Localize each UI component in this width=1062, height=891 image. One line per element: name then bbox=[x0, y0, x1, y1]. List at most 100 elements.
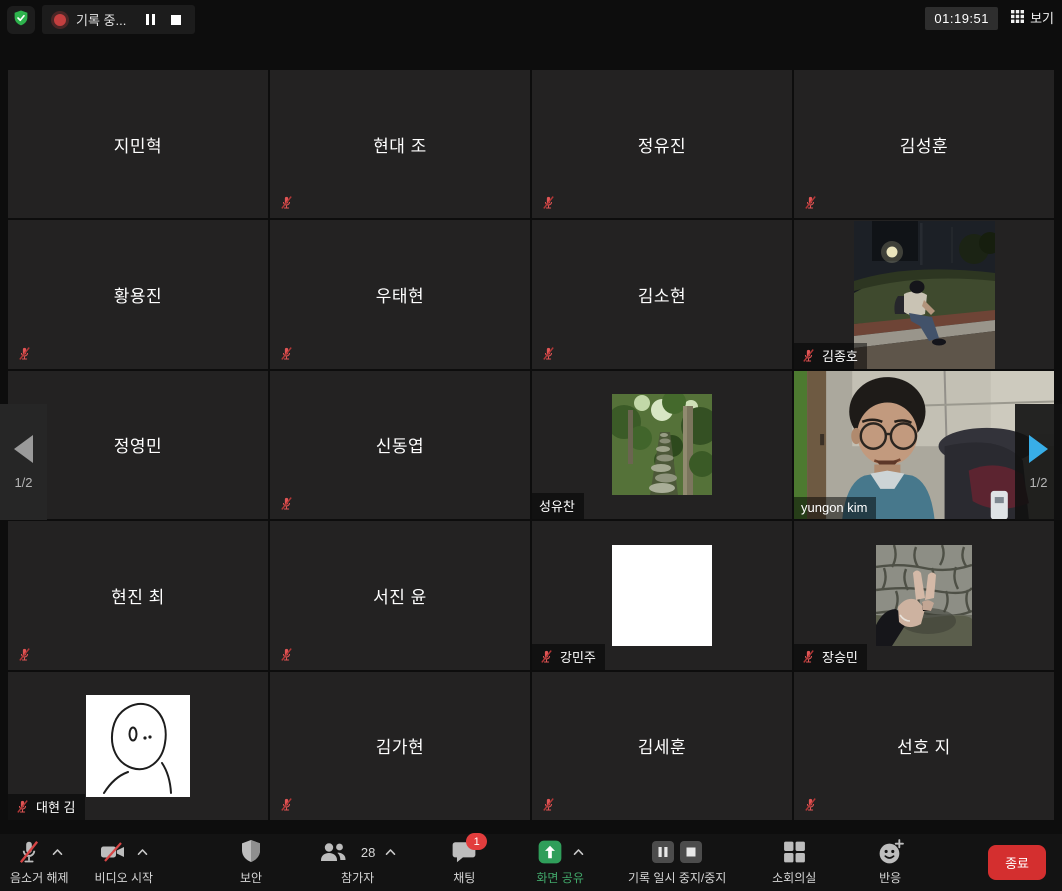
toolbar-button-label: 보안 bbox=[240, 869, 262, 886]
participant-name: 정유진 bbox=[532, 70, 792, 218]
toolbar-button-breakout[interactable]: 소회의실 bbox=[766, 839, 822, 886]
muted-mic-icon bbox=[541, 195, 556, 210]
muted-mic-icon bbox=[17, 346, 32, 361]
participant-name-tag: 대현 김 bbox=[8, 794, 85, 820]
participant-name: 성유찬 bbox=[539, 496, 575, 515]
participant-grid: 지민혁현대 조정유진김성훈황용진우태현김소현김종호정영민신동엽성유찬 yungon… bbox=[8, 70, 1054, 820]
toolbar-button-reactions[interactable]: 반응 bbox=[862, 839, 918, 886]
people-icon bbox=[319, 839, 349, 865]
participant-name: 현진 최 bbox=[8, 521, 268, 669]
participant-name-tag: 강민주 bbox=[532, 644, 605, 670]
toolbar-button-participants[interactable]: 28 참가자 bbox=[319, 839, 396, 886]
participant-name-tag: 성유찬 bbox=[532, 493, 584, 519]
security-shield-icon bbox=[12, 9, 30, 32]
meeting-timer: 01:19:51 bbox=[925, 7, 998, 30]
muted-mic-icon bbox=[279, 797, 294, 812]
participant-tile[interactable]: 김성훈 bbox=[794, 70, 1054, 218]
participant-name: 김소현 bbox=[532, 220, 792, 368]
muted-mic-icon bbox=[541, 346, 556, 361]
muted-mic-icon bbox=[279, 195, 294, 210]
toolbar-button-label: 기록 일시 중지/중지 bbox=[628, 869, 726, 886]
participant-tile[interactable]: 우태현 bbox=[270, 220, 530, 368]
muted-mic-icon bbox=[801, 649, 816, 664]
participant-name: 우태현 bbox=[270, 220, 530, 368]
participant-tile[interactable]: 김가현 bbox=[270, 672, 530, 820]
toolbar-button-label: 참가자 bbox=[341, 869, 374, 886]
muted-mic-icon bbox=[17, 647, 32, 662]
toolbar-button-security[interactable]: 보안 bbox=[223, 839, 279, 886]
stop-recording-icon[interactable] bbox=[171, 15, 181, 25]
participant-tile[interactable]: 김소현 bbox=[532, 220, 792, 368]
toolbar-button-start-video[interactable]: 비디오 시작 bbox=[95, 839, 154, 886]
zoom-meeting-window: 기록 중... 01:19:51 보기 지민혁현대 조정유진김성훈황용진우태현김… bbox=[0, 0, 1062, 891]
muted-mic-icon bbox=[803, 195, 818, 210]
grid-2x2-icon bbox=[782, 839, 807, 865]
next-page-button[interactable]: 1/2 bbox=[1015, 404, 1062, 520]
recording-indicator: 기록 중... bbox=[42, 5, 195, 34]
toolbar-button-label: 소회의실 bbox=[772, 869, 816, 886]
participant-tile[interactable]: 서진 윤 bbox=[270, 521, 530, 669]
page-indicator: 1/2 bbox=[1029, 475, 1047, 490]
participant-tile[interactable]: 황용진 bbox=[8, 220, 268, 368]
participant-tile[interactable]: 김세훈 bbox=[532, 672, 792, 820]
recording-dot-icon bbox=[54, 14, 66, 26]
prev-page-button[interactable]: 1/2 bbox=[0, 404, 47, 520]
participant-tile[interactable]: 현진 최 bbox=[8, 521, 268, 669]
chevron-left-icon bbox=[14, 435, 33, 463]
participant-count: 28 bbox=[361, 845, 375, 860]
toolbar-middle-group: 보안 28 참가자 1 채팅 화면 공유 기록 일시 중지/중지 소회의실 반응 bbox=[153, 839, 988, 886]
participant-name: 대현 김 bbox=[36, 797, 76, 816]
toolbar-button-label: 음소거 해제 bbox=[10, 869, 69, 886]
mic-off-icon bbox=[16, 839, 42, 865]
video-off-icon bbox=[99, 839, 127, 865]
participant-tile[interactable]: 선호 지 bbox=[794, 672, 1054, 820]
participant-tile[interactable]: 정유진 bbox=[532, 70, 792, 218]
toolbar-button-unmute[interactable]: 음소거 해제 bbox=[10, 839, 69, 886]
muted-mic-icon bbox=[279, 346, 294, 361]
toolbar-button-chat[interactable]: 1 채팅 bbox=[436, 839, 492, 886]
chat-icon: 1 bbox=[451, 839, 477, 865]
muted-mic-icon bbox=[279, 647, 294, 662]
muted-mic-icon bbox=[541, 797, 556, 812]
toolbar-button-record[interactable]: 기록 일시 중지/중지 bbox=[628, 839, 726, 886]
toolbar-button-label: 채팅 bbox=[453, 869, 475, 886]
participant-tile[interactable]: 성유찬 bbox=[532, 371, 792, 519]
participant-tile[interactable]: 정영민 bbox=[8, 371, 268, 519]
participant-name: yungon kim bbox=[801, 500, 867, 515]
chevron-up-icon[interactable] bbox=[573, 848, 584, 856]
participant-name-tag: yungon kim bbox=[794, 497, 876, 519]
page-indicator: 1/2 bbox=[14, 475, 32, 490]
participant-name: 김성훈 bbox=[794, 70, 1054, 218]
chevron-up-icon[interactable] bbox=[385, 848, 396, 856]
pause-recording-icon[interactable] bbox=[146, 14, 155, 25]
participant-tile[interactable]: 강민주 bbox=[532, 521, 792, 669]
participant-name: 김종호 bbox=[822, 346, 858, 365]
view-button[interactable]: 보기 bbox=[1011, 8, 1054, 27]
participant-tile[interactable]: 대현 김 bbox=[8, 672, 268, 820]
toolbar-button-share[interactable]: 화면 공유 bbox=[532, 839, 588, 886]
participant-name: 정영민 bbox=[8, 371, 268, 519]
view-button-label: 보기 bbox=[1030, 8, 1054, 27]
chevron-right-icon bbox=[1029, 435, 1048, 463]
participant-tile[interactable]: 김종호 bbox=[794, 220, 1054, 368]
participant-name: 장승민 bbox=[822, 647, 858, 666]
participant-name: 지민혁 bbox=[8, 70, 268, 218]
participant-tile[interactable]: 신동엽 bbox=[270, 371, 530, 519]
participant-name: 신동엽 bbox=[270, 371, 530, 519]
end-meeting-button[interactable]: 종료 bbox=[988, 845, 1046, 880]
toolbar-button-label: 화면 공유 bbox=[536, 869, 584, 886]
muted-mic-icon bbox=[15, 799, 30, 814]
participant-name: 강민주 bbox=[560, 647, 596, 666]
muted-mic-icon bbox=[803, 797, 818, 812]
smiley-plus-icon bbox=[877, 839, 904, 866]
recording-label: 기록 중... bbox=[76, 10, 126, 29]
participant-tile[interactable]: 현대 조 bbox=[270, 70, 530, 218]
meeting-info-shield-button[interactable] bbox=[7, 6, 35, 34]
participant-tile[interactable]: 장승민 bbox=[794, 521, 1054, 669]
chevron-up-icon[interactable] bbox=[137, 848, 148, 856]
participant-tile[interactable]: 지민혁 bbox=[8, 70, 268, 218]
participant-name: 김가현 bbox=[270, 672, 530, 820]
participant-name: 서진 윤 bbox=[270, 521, 530, 669]
chevron-up-icon[interactable] bbox=[52, 848, 63, 856]
top-bar: 기록 중... 01:19:51 보기 bbox=[0, 0, 1062, 40]
